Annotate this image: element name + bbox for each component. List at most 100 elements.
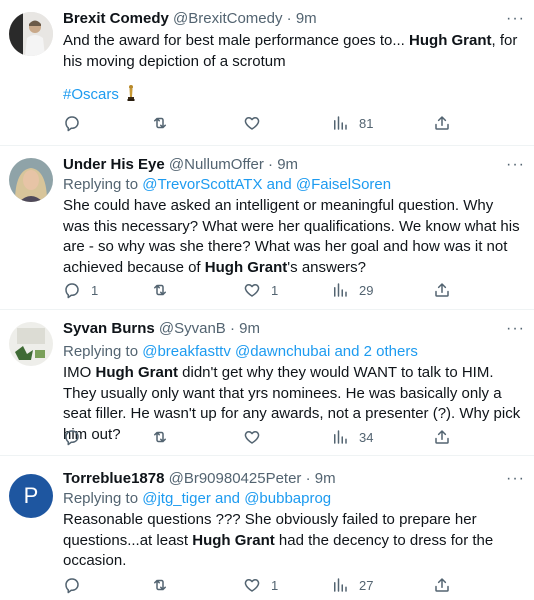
reply-icon (65, 430, 79, 446)
mention-link[interactable]: @jtg_tiger (142, 490, 211, 507)
tweet-header: Under His Eye @NullumOffer · 9m (63, 155, 298, 175)
more-icon[interactable]: ··· (506, 11, 524, 32)
tweet[interactable]: P Torreblue1878 @Br90980425Peter · 9m ··… (0, 456, 534, 600)
like-icon (244, 431, 260, 444)
hashtag[interactable]: #Oscars (63, 84, 136, 105)
view-count: 29 (359, 282, 374, 298)
tweet-header: Syvan Burns @SyvanB · 9m (63, 319, 260, 339)
reply-icon (65, 578, 79, 594)
replying-label: Replying to (63, 176, 139, 193)
replying-to: Replying to @TrevorScottATX and @FaiselS… (63, 175, 391, 195)
action-bar: 1 1 29 (63, 280, 463, 300)
handle[interactable]: @BrexitComedy (173, 10, 282, 27)
reply-count: 1 (91, 282, 99, 298)
views-button[interactable]: 27 (331, 575, 373, 595)
like-button[interactable] (243, 113, 271, 133)
text-bold: Hugh Grant (204, 258, 288, 276)
replying-to: Replying to @breakfasttv @dawnchubai and… (63, 342, 418, 362)
reply-button[interactable] (63, 575, 91, 595)
avatar[interactable] (9, 322, 53, 366)
retweet-button[interactable] (151, 575, 179, 595)
display-name[interactable]: Syvan Burns (63, 320, 155, 337)
replying-label: Replying to (63, 343, 139, 360)
hashtag-label[interactable]: #Oscars (63, 86, 119, 103)
text-bold: Hugh Grant (95, 364, 179, 381)
mention-link[interactable]: @dawnchubai (235, 343, 330, 360)
replying-label: Replying to (63, 490, 139, 507)
action-bar: 1 27 (63, 575, 463, 595)
avatar[interactable] (9, 158, 53, 202)
tweet-text: She could have asked an intelligent or m… (63, 196, 523, 278)
more-icon[interactable]: ··· (506, 157, 524, 178)
text-bold: Hugh Grant (409, 32, 492, 49)
more-icon[interactable]: ··· (506, 321, 524, 342)
retweet-button[interactable] (151, 113, 179, 133)
views-icon (334, 578, 347, 592)
reply-button[interactable]: 1 (63, 280, 98, 300)
display-name[interactable]: Under His Eye (63, 156, 165, 173)
mention-link[interactable]: @FaiselSoren (296, 176, 391, 193)
reply-button[interactable] (63, 113, 91, 133)
like-count: 1 (271, 577, 279, 593)
display-name[interactable]: Torreblue1878 (63, 470, 164, 487)
like-button[interactable]: 1 (243, 575, 278, 595)
text-bold: Hugh Grant (192, 531, 275, 549)
share-icon (435, 116, 449, 130)
handle[interactable]: @NullumOffer (169, 156, 264, 173)
mention-link[interactable]: @bubbaprog (244, 490, 331, 507)
tweet-text: And the award for best male performance … (63, 31, 523, 72)
action-bar: 81 (63, 113, 463, 133)
separator: · (305, 470, 311, 487)
mention-link[interactable]: @TrevorScottATX (142, 176, 262, 193)
handle[interactable]: @SyvanB (159, 320, 226, 337)
display-name[interactable]: Brexit Comedy (63, 10, 169, 27)
retweet-icon (154, 117, 166, 129)
retweet-icon (154, 579, 166, 591)
timestamp[interactable]: 9m (315, 470, 336, 487)
separator: · (268, 156, 274, 173)
tweet-text: Reasonable questions ??? She obviously f… (63, 510, 523, 572)
retweet-icon (154, 284, 166, 296)
like-icon (244, 284, 260, 297)
share-button[interactable] (433, 280, 451, 300)
share-button[interactable] (433, 113, 451, 133)
tweet[interactable]: Syvan Burns @SyvanB · 9m ··· Replying to… (0, 310, 534, 456)
avatar[interactable] (9, 12, 53, 56)
avatar[interactable]: P (9, 474, 53, 518)
views-button[interactable]: 81 (331, 113, 373, 133)
replying-and: and (266, 176, 292, 193)
share-button[interactable] (433, 575, 451, 595)
text-segment: And the award for best male performance … (63, 32, 410, 49)
views-button[interactable]: 34 (331, 427, 373, 447)
views-button[interactable]: 29 (331, 280, 373, 300)
reply-icon (65, 283, 79, 299)
views-icon (334, 116, 347, 130)
timestamp[interactable]: 9m (296, 10, 317, 27)
tweet[interactable]: Brexit Comedy @BrexitComedy · 9m ··· And… (0, 0, 534, 146)
tweet[interactable]: Under His Eye @NullumOffer · 9m ··· Repl… (0, 146, 534, 310)
views-icon (334, 430, 347, 444)
replying-to: Replying to @jtg_tiger and @bubbaprog (63, 489, 331, 509)
view-count: 27 (359, 577, 374, 593)
retweet-icon (154, 431, 166, 443)
share-icon (435, 283, 449, 297)
mention-link[interactable]: @breakfasttv (142, 343, 231, 360)
retweet-button[interactable] (151, 280, 179, 300)
retweet-button[interactable] (151, 427, 179, 447)
reply-button[interactable] (63, 427, 91, 447)
replying-and: and (214, 490, 241, 507)
like-button[interactable] (243, 427, 271, 447)
view-count: 81 (359, 115, 374, 131)
mention-link[interactable]: 2 others (364, 343, 418, 360)
timestamp[interactable]: 9m (277, 156, 298, 173)
handle[interactable]: @Br90980425Peter (169, 470, 302, 487)
more-icon[interactable]: ··· (506, 471, 524, 492)
like-icon (244, 117, 260, 130)
text-segment: IMO (63, 364, 96, 381)
like-button[interactable]: 1 (243, 280, 278, 300)
timestamp[interactable]: 9m (239, 320, 260, 337)
separator: · (229, 320, 235, 337)
view-count: 34 (359, 429, 374, 445)
share-button[interactable] (433, 427, 451, 447)
like-icon (244, 579, 260, 592)
